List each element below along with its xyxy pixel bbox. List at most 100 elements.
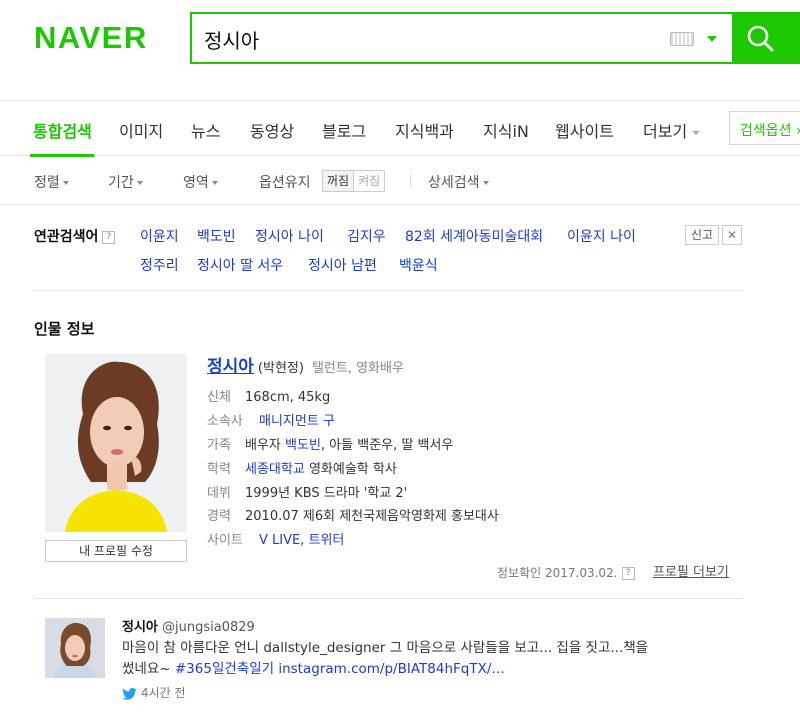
vlive-link[interactable]: V LIVE: [259, 533, 300, 548]
info-key: 사이트: [207, 533, 243, 548]
chevron-down-icon: [62, 181, 69, 185]
naver-logo[interactable]: NAVER: [34, 20, 148, 56]
info-row-site: 사이트 V LIVE, 트위터: [207, 529, 344, 548]
keep-option-label: 옵션유지: [259, 175, 311, 191]
close-icon[interactable]: ✕: [722, 225, 742, 245]
filter-divider: [410, 174, 411, 188]
info-value: 2010.07 제6회 제천국제음악영화제 홍보대사: [245, 509, 499, 524]
help-icon[interactable]: ?: [621, 567, 635, 580]
section-title: 인물 정보: [34, 320, 95, 338]
more-profile-link[interactable]: 프로필 더보기: [653, 561, 729, 580]
search-tabs: 통합검색 이미지 뉴스 동영상 블로그 지식백과 지식iN 웹사이트 더보기 검…: [0, 100, 800, 157]
info-row-family: 가족 배우자 백도빈, 아들 백준우, 딸 백서우: [207, 434, 453, 453]
agency-link[interactable]: 매니지먼트 구: [259, 414, 335, 429]
tweet-time-text: 4시간 전: [141, 686, 186, 700]
tab-more[interactable]: 더보기: [643, 118, 701, 142]
area-label: 영역: [183, 175, 209, 191]
tab-blog[interactable]: 블로그: [322, 118, 366, 142]
sort-filter[interactable]: 정렬: [34, 172, 69, 192]
chevron-down-icon: [136, 181, 143, 185]
period-label: 기간: [108, 175, 134, 191]
tab-news[interactable]: 뉴스: [191, 118, 220, 142]
help-icon[interactable]: ?: [102, 230, 116, 244]
tab-integrated[interactable]: 통합검색: [33, 118, 92, 142]
tweet-author: 정시아 @jungsia0829: [122, 616, 255, 635]
related-item[interactable]: 백도빈: [197, 226, 236, 246]
info-row-body: 신체 168cm, 45kg: [207, 386, 330, 405]
tab-video[interactable]: 동영상: [250, 118, 294, 142]
tweet-text: 마음이 참 아름다운 언니 dallstyle_designer 그 마음으로 …: [122, 638, 722, 680]
report-button[interactable]: 신고: [685, 225, 719, 245]
detail-search-label: 상세검색: [428, 175, 480, 191]
info-value: 168cm, 45kg: [245, 390, 331, 405]
info-key: 학력: [207, 462, 231, 477]
tweet-text-line2: 썼네요~: [122, 661, 171, 677]
info-value: , 아들 백준우, 딸 백서우: [320, 438, 454, 453]
chevron-down-icon: [211, 181, 218, 185]
profile-photo[interactable]: [45, 354, 187, 532]
info-key: 데뷔: [207, 486, 231, 501]
search-options-button[interactable]: 검색옵션 ›: [729, 111, 800, 145]
detail-search-filter[interactable]: 상세검색: [428, 172, 489, 192]
tab-websites[interactable]: 웹사이트: [555, 118, 614, 142]
toggle-on-state[interactable]: 켜짐: [354, 171, 384, 191]
autocomplete-toggle-icon[interactable]: [707, 36, 717, 42]
related-item[interactable]: 이윤지: [140, 226, 179, 246]
related-item[interactable]: 정시아 남편: [308, 255, 377, 275]
area-filter[interactable]: 영역: [183, 172, 218, 192]
search-icon: [747, 25, 774, 52]
tab-kin[interactable]: 지식iN: [483, 118, 529, 142]
search-options-label: 검색옵션: [740, 123, 792, 139]
period-filter[interactable]: 기간: [108, 172, 143, 192]
related-searches-label: 연관검색어?: [34, 226, 116, 246]
search-button[interactable]: [732, 12, 800, 64]
profile-photo-image: [45, 354, 187, 532]
info-value: 배우자: [245, 438, 281, 453]
twitter-link[interactable]: 트위터: [309, 533, 345, 548]
edit-profile-button[interactable]: 내 프로필 수정: [45, 540, 187, 562]
tweet-text-line1: 마음이 참 아름다운 언니 dallstyle_designer 그 마음으로 …: [122, 640, 649, 656]
related-item[interactable]: 이윤지 나이: [567, 226, 636, 246]
info-key: 신체: [207, 390, 231, 405]
divider: [34, 290, 743, 291]
tweet-avatar-image: [45, 618, 105, 678]
school-link[interactable]: 세종대학교: [245, 462, 305, 477]
related-item[interactable]: 정시아 나이: [255, 226, 324, 246]
tweet-avatar[interactable]: [45, 618, 105, 678]
info-row-debut: 데뷔 1999년 KBS 드라마 '학교 2': [207, 482, 407, 501]
info-verified-date: 정보확인 2017.03.02.?: [497, 564, 635, 581]
info-key: 소속사: [207, 414, 243, 429]
chevron-down-icon: [692, 130, 701, 135]
related-item[interactable]: 김지우: [347, 226, 386, 246]
search-box: 정시아: [190, 12, 800, 64]
toggle-off-state[interactable]: 꺼짐: [323, 171, 355, 191]
divider: [34, 598, 743, 599]
person-real-name: (박현정): [257, 361, 304, 376]
keep-option-toggle[interactable]: 꺼짐 켜짐: [322, 170, 386, 192]
search-input[interactable]: 정시아: [204, 25, 259, 54]
related-item[interactable]: 정주리: [140, 255, 179, 275]
info-row-agency: 소속사 매니지먼트 구: [207, 410, 335, 429]
tweet-time: 4시간 전: [122, 684, 186, 701]
related-label-text: 연관검색어: [34, 229, 99, 245]
info-row-education: 학력 세종대학교 영화예술학 학사: [207, 458, 397, 477]
info-row-career: 경력 2010.07 제6회 제천국제음악영화제 홍보대사: [207, 505, 499, 524]
tab-more-label: 더보기: [643, 122, 688, 141]
chevron-down-icon: [482, 181, 489, 185]
keyboard-icon[interactable]: [670, 32, 694, 46]
sort-label: 정렬: [34, 175, 60, 191]
site-separator: ,: [300, 533, 305, 548]
related-item[interactable]: 82회 세계아동미술대회: [405, 226, 543, 246]
info-value: 영화예술학 학사: [308, 462, 397, 477]
tweet-handle[interactable]: @jungsia0829: [162, 620, 255, 635]
tab-encyclopedia[interactable]: 지식백과: [395, 118, 454, 142]
tweet-link[interactable]: #365일건축일기 instagram.com/p/BIAT84hFqTX/…: [175, 661, 505, 677]
person-name-link[interactable]: 정시아: [207, 357, 254, 377]
related-item[interactable]: 정시아 딸 서우: [197, 255, 283, 275]
related-item[interactable]: 백윤식: [399, 255, 438, 275]
spouse-link[interactable]: 백도빈: [285, 438, 321, 453]
tweet-author-name[interactable]: 정시아: [122, 620, 158, 635]
tab-images[interactable]: 이미지: [119, 118, 163, 142]
info-key: 가족: [207, 438, 231, 453]
filter-bar: 정렬 기간 영역 옵션유지 꺼짐 켜짐 상세검색: [0, 157, 800, 205]
